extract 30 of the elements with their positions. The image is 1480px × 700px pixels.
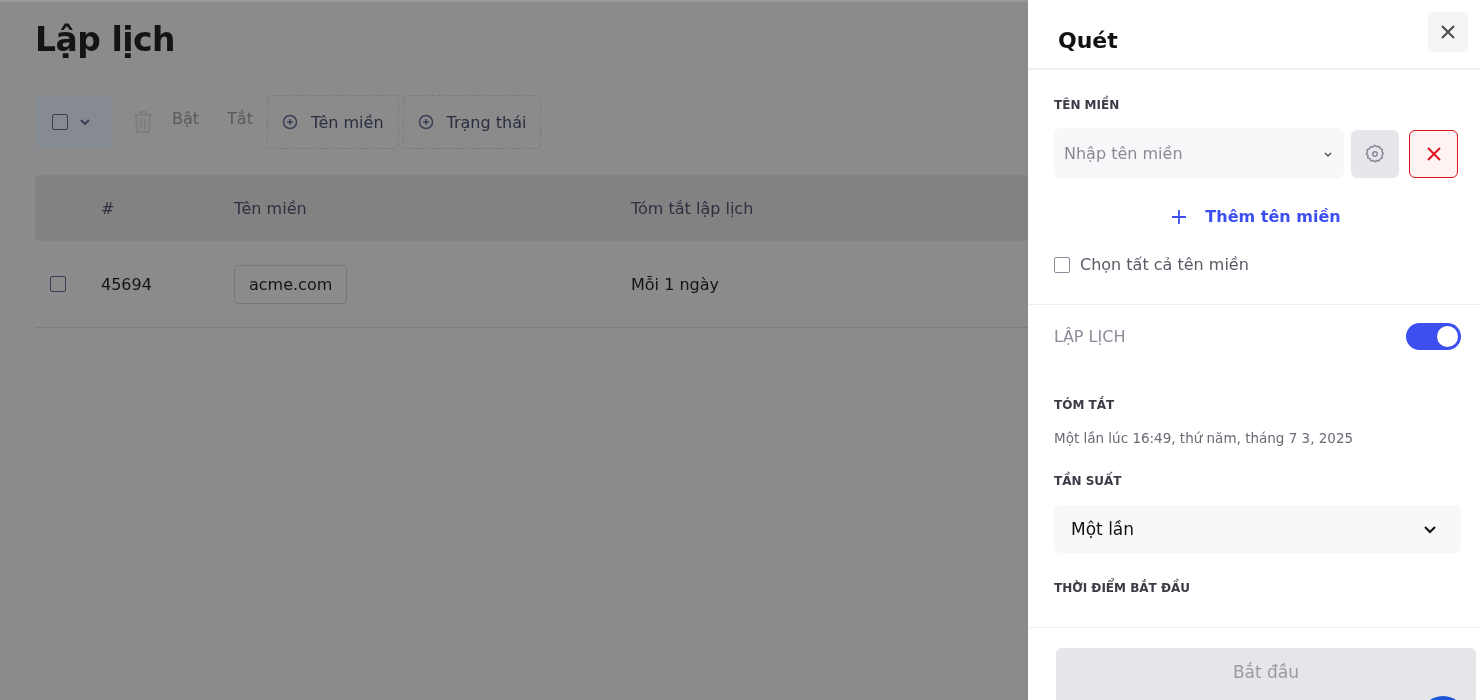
checkbox-label: Chọn tất cả tên miền	[1080, 255, 1249, 274]
column-header: #	[101, 198, 116, 218]
panel-title: Quét	[1058, 28, 1118, 53]
close-button[interactable]	[1428, 12, 1468, 52]
table-cell: Mỗi 1 ngày	[631, 274, 719, 294]
plus-circle-icon	[417, 114, 434, 130]
frequency-select[interactable]: Một lần	[1054, 505, 1461, 553]
close-icon	[1441, 25, 1455, 39]
remove-button[interactable]	[1409, 129, 1458, 178]
plus-icon	[1171, 208, 1188, 225]
column-header: Tóm tắt lập lịch	[631, 198, 754, 218]
page-title: Lập lịch	[35, 20, 176, 59]
add-domain-button[interactable]: Thêm tên miền	[1165, 206, 1347, 227]
close-icon	[1425, 145, 1442, 162]
settings-button[interactable]	[1351, 129, 1400, 178]
filter-button[interactable]: Trạng thái	[402, 95, 542, 149]
settings-icon	[1364, 142, 1387, 165]
filter-button[interactable]: Tên miền	[266, 95, 399, 149]
column-header: Tên miền	[234, 198, 308, 218]
checkbox[interactable]	[1054, 256, 1070, 273]
table-cell-text: 45694	[101, 274, 153, 294]
domain-select[interactable]: Nhập tên miền	[1054, 128, 1345, 179]
summary-text: Một lần lúc 16:49, thứ năm, tháng 7 3, 2025	[1054, 430, 1355, 446]
row-checkbox[interactable]	[50, 276, 66, 292]
schedule-label: LẬP LỊCH	[1054, 327, 1126, 346]
domain-tag: acme.com	[234, 264, 348, 304]
select-all-checkbox[interactable]	[52, 114, 68, 130]
section-label: TÓM TẮT	[1054, 398, 1116, 412]
plus-circle-icon	[281, 114, 298, 130]
schedule-toggle[interactable]	[1406, 323, 1461, 350]
